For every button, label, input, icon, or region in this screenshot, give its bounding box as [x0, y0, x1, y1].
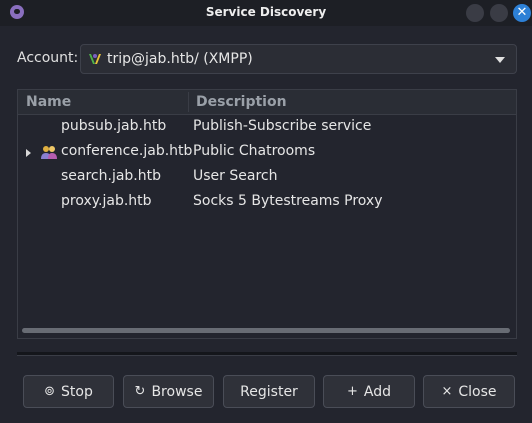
close-button-label: Close [458, 383, 497, 400]
table-header: Name Description [18, 90, 516, 115]
service-name: pubsub.jab.htb [61, 118, 167, 134]
refresh-icon: ↻ [134, 384, 146, 399]
add-button-label: Add [363, 383, 391, 400]
column-separator [188, 92, 189, 112]
register-button-label: Register [240, 383, 298, 400]
browse-button[interactable]: ↻ Browse [123, 375, 214, 408]
stop-button-label: Stop [61, 383, 93, 400]
browse-button-label: Browse [151, 383, 203, 400]
table-row[interactable]: pubsub.jab.htb Publish-Subscribe service [18, 115, 516, 140]
account-value: trip@jab.htb/ (XMPP) [107, 51, 253, 67]
service-description: Publish-Subscribe service [193, 118, 372, 134]
separator [17, 352, 517, 356]
account-dropdown[interactable]: trip@jab.htb/ (XMPP) [80, 44, 517, 74]
chevron-down-icon [495, 57, 505, 63]
close-button[interactable]: × Close [423, 375, 515, 408]
minimize-button[interactable] [466, 4, 484, 22]
account-label: Account: [17, 50, 79, 66]
plus-icon: + [346, 384, 358, 399]
stop-icon: ⊚ [44, 384, 56, 399]
close-icon: × [441, 384, 453, 399]
expander-arrow-icon[interactable] [26, 149, 31, 157]
maximize-button[interactable] [490, 4, 508, 22]
people-icon [41, 146, 57, 159]
column-header-description[interactable]: Description [196, 94, 287, 110]
table-row[interactable]: proxy.jab.htb Socks 5 Bytestreams Proxy [18, 190, 516, 215]
title-bar: Service Discovery ✕ [0, 0, 532, 26]
service-description: User Search [193, 168, 278, 184]
service-description: Socks 5 Bytestreams Proxy [193, 193, 383, 209]
table-row[interactable]: conference.jab.htb Public Chatrooms [18, 140, 516, 165]
service-name: search.jab.htb [61, 168, 162, 184]
jabber-icon [89, 54, 101, 64]
table-row[interactable]: search.jab.htb User Search [18, 165, 516, 190]
services-table[interactable]: Name Description pubsub.jab.htb Publish-… [17, 89, 517, 339]
service-description: Public Chatrooms [193, 143, 316, 159]
window-title: Service Discovery [205, 5, 327, 19]
column-header-name[interactable]: Name [26, 94, 71, 110]
horizontal-scrollbar[interactable] [22, 328, 510, 333]
add-button[interactable]: + Add [323, 375, 415, 408]
window-close-button[interactable]: ✕ [513, 4, 531, 22]
service-name: proxy.jab.htb [61, 193, 152, 209]
register-button[interactable]: Register [223, 375, 315, 408]
stop-button[interactable]: ⊚ Stop [23, 375, 114, 408]
service-name: conference.jab.htb [61, 143, 193, 159]
